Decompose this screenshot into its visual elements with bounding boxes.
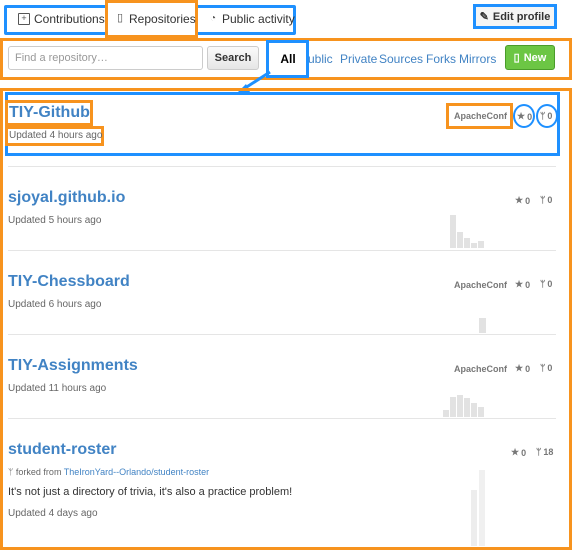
star-count: 0 — [527, 111, 533, 122]
rss-icon: ◔ — [209, 13, 217, 24]
repo-forks[interactable]: ᛘ0 — [540, 279, 552, 289]
activity-bar — [464, 238, 470, 248]
repo-forked-line: ᛘ forked from TheIronYard--Orlando/stude… — [8, 467, 209, 477]
fork-icon: ᛘ — [8, 467, 14, 477]
filter-mirrors[interactable]: Mirrors — [459, 52, 496, 66]
search-placeholder: Find a repository… — [15, 52, 108, 64]
repo-description: It's not just a directory of trivia, it'… — [8, 486, 293, 498]
tab-public-activity[interactable]: ◔ Public activity — [208, 12, 295, 26]
activity-bar — [443, 410, 449, 417]
tab-repositories-content[interactable]: ▯ Repositories — [115, 12, 196, 26]
fork-icon: ᛘ — [540, 363, 546, 373]
repo-updated: Updated 4 days ago — [8, 508, 98, 519]
repo-icon: ▯ — [513, 52, 520, 64]
activity-bar — [457, 232, 463, 248]
filter-forks[interactable]: Forks — [426, 52, 456, 66]
repo-updated: Updated 11 hours ago — [8, 383, 107, 394]
divider — [8, 166, 556, 167]
star-icon: ★ — [515, 195, 524, 205]
repo-stars[interactable]: ★ 0 — [517, 111, 532, 122]
repo-language: ApacheConf — [454, 280, 508, 290]
repo-title[interactable]: student-roster — [8, 441, 116, 459]
activity-bar — [479, 318, 486, 333]
star-count: 0 — [525, 279, 531, 290]
forked-prefix: forked from — [15, 467, 62, 477]
activity-bar — [471, 403, 477, 417]
repo-stars[interactable]: ★ 0 — [515, 195, 530, 206]
filter-private[interactable]: Private — [340, 52, 377, 66]
activity-bar — [478, 407, 484, 417]
tab-contributions-label: Contributions — [34, 12, 105, 26]
repo-stars[interactable]: ★ 0 — [515, 279, 530, 290]
forked-from-link[interactable]: TheIronYard--Orlando/student-roster — [64, 467, 209, 477]
filter-public[interactable]: ublic — [308, 52, 333, 66]
filter-all[interactable]: All — [272, 47, 304, 71]
repo-forks[interactable]: ᛘ 18 — [536, 447, 553, 457]
star-count: 0 — [521, 447, 527, 458]
star-count: 0 — [525, 195, 531, 206]
search-input[interactable]: Find a repository… — [8, 46, 203, 70]
fork-icon: ᛘ — [540, 195, 546, 205]
repo-forks[interactable]: ᛘ0 — [540, 111, 552, 121]
repo-language: ApacheConf — [454, 111, 508, 121]
activity-bar — [457, 395, 463, 417]
search-button[interactable]: Search — [207, 46, 259, 70]
tab-contributions[interactable]: + Contributions — [18, 12, 105, 26]
repo-icon: ▯ — [116, 12, 124, 24]
divider — [8, 334, 556, 335]
fork-icon: ᛘ — [540, 111, 546, 121]
contributions-icon: + — [18, 13, 30, 25]
fork-icon: ᛘ — [536, 447, 542, 457]
fork-count: 0 — [547, 195, 553, 205]
edit-profile-label: Edit profile — [492, 10, 551, 23]
repo-language: ApacheConf — [454, 364, 508, 374]
star-icon: ★ — [515, 363, 524, 373]
filter-sources[interactable]: Sources — [379, 52, 423, 66]
repo-stars[interactable]: ★ 0 — [511, 447, 526, 458]
divider — [8, 418, 556, 419]
fork-count: 0 — [547, 363, 553, 373]
activity-bar — [479, 470, 485, 546]
pencil-icon: ✎ — [479, 11, 489, 23]
repo-stars[interactable]: ★ 0 — [515, 363, 530, 374]
tab-public-activity-label: Public activity — [222, 12, 295, 26]
new-button-label: New — [523, 51, 547, 64]
activity-bar — [450, 397, 456, 417]
star-count: 0 — [525, 363, 531, 374]
repo-title[interactable]: TIY-Github — [9, 104, 90, 122]
repo-list — [0, 88, 572, 550]
repo-updated: Updated 5 hours ago — [8, 215, 102, 226]
repo-updated: Updated 6 hours ago — [8, 299, 102, 310]
fork-count: 0 — [547, 279, 553, 289]
repo-title[interactable]: TIY-Assignments — [8, 357, 138, 375]
edit-profile-button[interactable]: ✎ Edit profile — [473, 4, 557, 29]
activity-bar — [471, 490, 477, 546]
repo-forks[interactable]: ᛘ0 — [540, 195, 552, 205]
activity-bar — [478, 241, 484, 248]
repo-title[interactable]: sjoyal.github.io — [8, 189, 125, 207]
fork-count: 0 — [547, 111, 553, 121]
repo-updated: Updated 4 hours ago — [9, 130, 103, 141]
activity-bar — [450, 215, 456, 248]
star-icon: ★ — [511, 447, 520, 457]
star-icon: ★ — [515, 279, 524, 289]
activity-bar — [471, 243, 477, 248]
fork-icon: ᛘ — [540, 279, 546, 289]
tab-repositories-label: Repositories — [129, 12, 196, 26]
fork-count: 18 — [543, 447, 554, 457]
repo-forks[interactable]: ᛘ0 — [540, 363, 552, 373]
new-repo-button[interactable]: ▯ New — [505, 45, 555, 70]
star-icon: ★ — [517, 111, 526, 121]
divider — [8, 250, 556, 251]
activity-bar — [464, 398, 470, 417]
repo-title[interactable]: TIY-Chessboard — [8, 273, 130, 291]
